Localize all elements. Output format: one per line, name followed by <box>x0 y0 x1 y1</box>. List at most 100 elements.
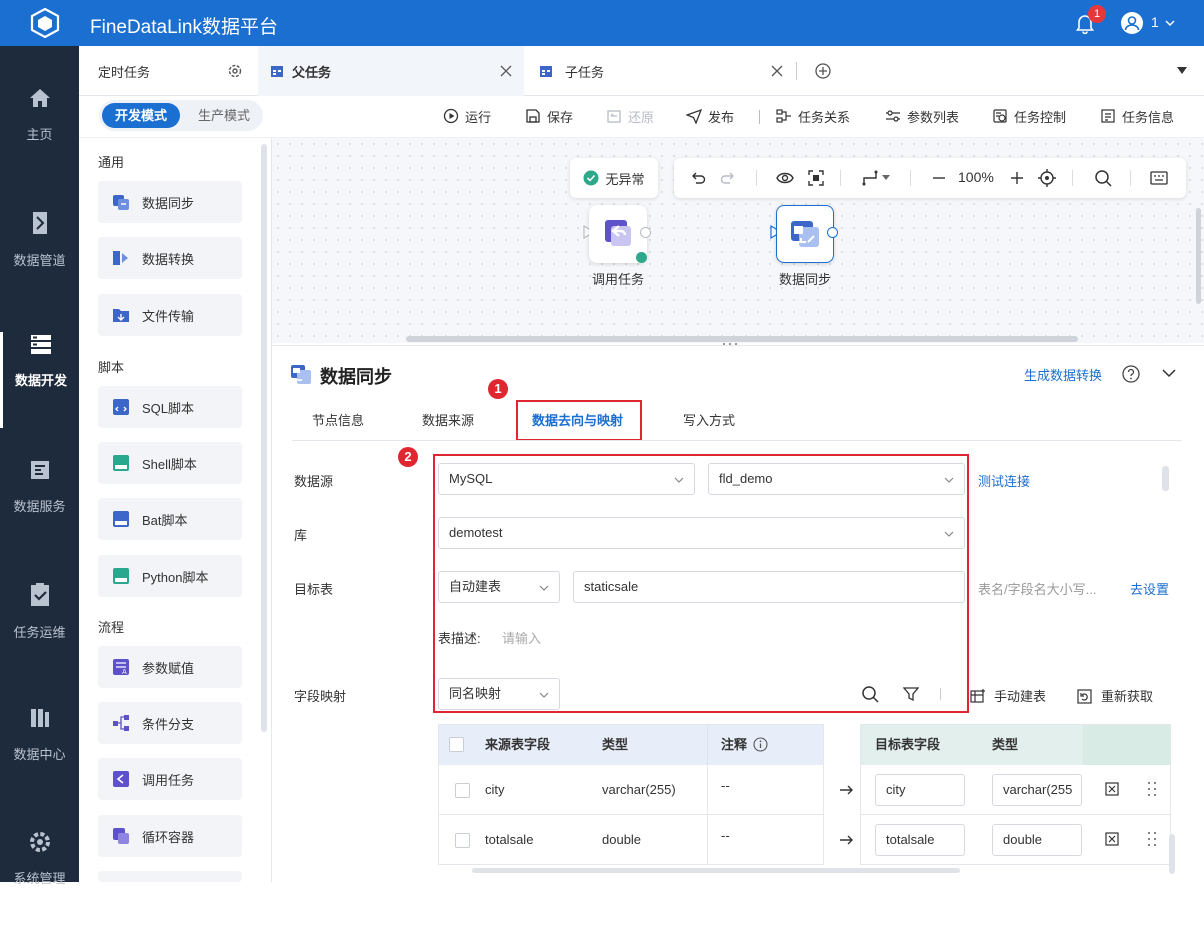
delete-box-icon[interactable] <box>1105 832 1119 846</box>
fit-screen-icon[interactable] <box>808 170 824 186</box>
tab-node-info[interactable]: 节点信息 <box>312 410 364 429</box>
canvas-h-scrollbar[interactable] <box>406 336 1078 342</box>
publish-button[interactable]: 发布 <box>686 104 734 128</box>
palette-item-bat[interactable]: Bat脚本 <box>98 498 242 540</box>
nav-item-datacenter[interactable]: 数据中心 <box>0 706 79 802</box>
palette-item-sql[interactable]: SQL脚本 <box>98 386 242 428</box>
task-info-button[interactable]: 任务信息 <box>1100 104 1174 128</box>
palette-item-param-assign[interactable]: A 参数赋值 <box>98 646 242 688</box>
mapping-mode-select[interactable]: 同名映射 <box>438 678 560 710</box>
prod-mode-button[interactable]: 生产模式 <box>189 103 259 128</box>
keyboard-icon[interactable] <box>1150 171 1168 185</box>
table-row[interactable]: totalsale double <box>861 815 1170 864</box>
avatar-icon[interactable] <box>1120 11 1144 35</box>
param-list-button[interactable]: 参数列表 <box>885 104 959 128</box>
tab-label: 子任务 <box>565 64 605 80</box>
node-data-sync[interactable] <box>776 205 834 263</box>
connector-style-icon[interactable] <box>862 170 878 186</box>
palette-item-loop[interactable]: 循环容器 <box>98 815 242 857</box>
connection-select[interactable]: fld_demo <box>708 463 965 495</box>
tab-scheduled[interactable]: 定时任务 <box>79 46 257 96</box>
search-icon[interactable] <box>861 685 879 703</box>
nav-item-ops[interactable]: 任务运维 <box>0 582 79 678</box>
nav-item-system[interactable]: 系统管理 <box>0 830 79 926</box>
redo-icon[interactable] <box>720 170 736 186</box>
datasource-type-select[interactable]: MySQL <box>438 463 695 495</box>
info-icon[interactable] <box>753 737 768 752</box>
nav-item-service[interactable]: 数据服务 <box>0 458 79 554</box>
table-row[interactable]: city varchar(255 <box>861 765 1170 815</box>
nav-item-home[interactable]: 主页 <box>0 86 79 182</box>
help-icon[interactable] <box>1122 365 1140 383</box>
delete-box-icon[interactable] <box>1105 782 1119 796</box>
palette-item-data-sync[interactable]: 数据同步 <box>98 181 242 223</box>
close-icon[interactable] <box>500 65 512 77</box>
chevron-down-icon[interactable] <box>1164 17 1176 29</box>
locate-icon[interactable] <box>1038 169 1056 187</box>
tab-write-mode[interactable]: 写入方式 <box>683 410 735 429</box>
canvas-v-scrollbar[interactable] <box>1196 208 1201 304</box>
select-all-checkbox[interactable] <box>449 737 464 752</box>
refetch-button[interactable]: 重新获取 <box>1077 686 1153 705</box>
gear-icon[interactable] <box>227 63 243 79</box>
goto-settings-link[interactable]: 去设置 <box>1130 579 1169 598</box>
tab-data-target[interactable]: 数据去向与映射 <box>532 410 623 429</box>
nav-label: 任务运维 <box>13 625 66 640</box>
drag-handle-icon[interactable] <box>1147 831 1157 847</box>
table-row[interactable]: city varchar(255) -- <box>439 765 823 815</box>
node-output-port[interactable] <box>827 227 838 238</box>
zoom-out-icon[interactable] <box>932 170 946 186</box>
palette-item-shell[interactable]: Shell脚本 <box>98 442 242 484</box>
save-button[interactable]: 保存 <box>525 104 573 128</box>
generate-transform-link[interactable]: 生成数据转换 <box>1024 365 1102 384</box>
table-h-scrollbar[interactable] <box>472 868 960 873</box>
data-transform-icon <box>113 251 128 265</box>
target-field-input[interactable]: totalsale <box>875 824 965 856</box>
user-name[interactable]: 1 <box>1151 14 1159 30</box>
target-mode-select[interactable]: 自动建表 <box>438 571 560 603</box>
tab-child[interactable]: 子任务 <box>529 46 795 96</box>
caret-down-icon[interactable] <box>882 175 890 181</box>
relation-label: 任务关系 <box>798 109 851 125</box>
palette-item-condition[interactable]: 条件分支 <box>98 702 242 744</box>
task-relation-button[interactable]: 任务关系 <box>776 104 850 128</box>
target-field-input[interactable]: city <box>875 774 965 806</box>
search-icon[interactable] <box>1094 169 1112 187</box>
table-row[interactable]: totalsale double -- <box>439 815 823 865</box>
run-button[interactable]: 运行 <box>443 104 491 128</box>
manual-build-button[interactable]: 手动建表 <box>970 686 1046 705</box>
tab-parent[interactable]: 父任务 <box>258 46 524 96</box>
palette-item-call-task[interactable]: 调用任务 <box>98 758 242 800</box>
close-icon[interactable] <box>771 65 783 77</box>
nav-item-dev[interactable]: 数据开发 <box>0 332 79 428</box>
task-control-button[interactable]: 任务控制 <box>992 104 1066 128</box>
target-type-input[interactable]: double <box>992 824 1082 856</box>
target-type-input[interactable]: varchar(255 <box>992 774 1082 806</box>
test-connection-link[interactable]: 测试连接 <box>978 471 1030 490</box>
target-table-input[interactable]: staticsale <box>573 571 965 603</box>
drag-handle-icon[interactable] <box>1147 781 1157 797</box>
zoom-in-icon[interactable] <box>1010 170 1024 186</box>
nav-item-pipeline[interactable]: 数据管道 <box>0 210 79 306</box>
panel-scrollbar[interactable] <box>1162 466 1169 491</box>
eye-icon[interactable] <box>776 170 794 186</box>
palette-item-file-transfer[interactable]: 文件传输 <box>98 294 242 336</box>
undo-icon[interactable] <box>690 170 706 186</box>
table-desc-input[interactable]: 请输入 <box>502 628 541 647</box>
dev-mode-button[interactable]: 开发模式 <box>102 103 180 128</box>
caret-down-icon[interactable] <box>1177 67 1187 75</box>
chevron-down-icon[interactable] <box>1162 368 1176 378</box>
restore-button[interactable]: 还原 <box>606 104 654 128</box>
palette-scrollbar[interactable] <box>261 144 267 732</box>
row-checkbox[interactable] <box>455 833 470 848</box>
db-select[interactable]: demotest <box>438 517 965 549</box>
panel-scrollbar-lower[interactable] <box>1169 834 1175 874</box>
flow-canvas[interactable]: 无异常 100% 调用任务 数据同步 <box>272 138 1204 343</box>
filter-icon[interactable] <box>903 686 919 702</box>
tab-data-source[interactable]: 数据来源 <box>422 410 474 429</box>
add-tab-icon[interactable] <box>815 63 831 79</box>
node-output-port[interactable] <box>640 227 651 238</box>
row-checkbox[interactable] <box>455 783 470 798</box>
palette-item-data-transform[interactable]: 数据转换 <box>98 237 242 279</box>
palette-item-python[interactable]: Python脚本 <box>98 555 242 597</box>
